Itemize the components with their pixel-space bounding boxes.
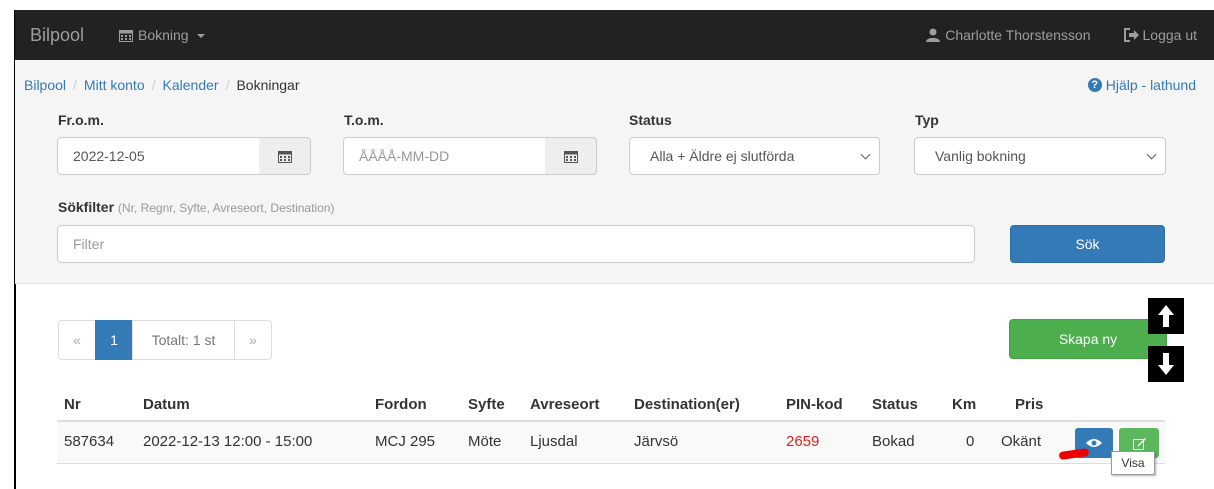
type-label: Typ	[915, 112, 939, 128]
breadcrumb-current: Bokningar	[236, 77, 300, 93]
column-header-status: Status	[872, 396, 918, 413]
cell-pin: 2659	[786, 433, 820, 450]
cell-km: 0	[966, 433, 975, 450]
chevron-down-icon	[1146, 149, 1157, 160]
column-header-avreseort: Avreseort	[530, 396, 600, 413]
scroll-down-button[interactable]	[1148, 346, 1184, 382]
arrow-down-icon	[1158, 353, 1174, 375]
from-calendar-button[interactable]	[259, 137, 311, 175]
user-name: Charlotte Thorstensson	[945, 27, 1091, 43]
from-date-input[interactable]: 2022-12-05	[57, 137, 260, 175]
status-select[interactable]: Alla + Äldre ej slutförda	[629, 137, 880, 175]
search-filter-hint: (Nr, Regnr, Syfte, Avreseort, Destinatio…	[117, 201, 335, 215]
search-button[interactable]: Sök	[1010, 225, 1165, 263]
breadcrumb-kalender[interactable]: Kalender	[163, 77, 219, 93]
cell-nr: 587634	[64, 433, 115, 450]
top-navbar: Bilpool Bokning Charlotte Thorstensson L…	[15, 10, 1214, 60]
pagination-total: Totalt: 1 st	[132, 320, 235, 360]
column-header-pris: Pris	[1015, 396, 1044, 413]
help-link[interactable]: ? Hjälp - lathund	[1087, 77, 1196, 93]
calendar-icon	[119, 29, 133, 42]
pagination-page-1[interactable]: 1	[95, 320, 133, 360]
scroll-up-button[interactable]	[1148, 298, 1184, 334]
column-header-km: Km	[952, 396, 977, 413]
pagination-next[interactable]: »	[234, 320, 272, 360]
user-icon	[926, 28, 941, 42]
search-filter-title: Sökfilter	[58, 199, 115, 215]
status-label: Status	[629, 112, 672, 128]
booking-menu-label: Bokning	[138, 27, 189, 43]
chevron-down-icon	[196, 34, 205, 38]
create-new-button[interactable]: Skapa ny	[1009, 319, 1167, 359]
status-select-value: Alla + Äldre ej slutförda	[650, 148, 795, 164]
cell-fordon: MCJ 295	[375, 433, 436, 450]
cell-status: Bokad	[872, 433, 915, 450]
brand-link[interactable]: Bilpool	[15, 25, 119, 46]
to-calendar-button[interactable]	[545, 137, 597, 175]
breadcrumb: Bilpool / Mitt konto / Kalender / Bokningar	[24, 77, 300, 93]
cell-avreseort: Ljusdal	[530, 433, 578, 450]
column-header-pin: PIN-kod	[786, 396, 843, 413]
calendar-icon	[563, 150, 578, 163]
cell-pris: Okänt	[1001, 433, 1042, 450]
type-select-value: Vanlig bokning	[935, 148, 1026, 164]
search-filter-label: Sökfilter (Nr, Regnr, Syfte, Avreseort, …	[58, 199, 334, 215]
column-header-destination: Destination(er)	[634, 396, 740, 413]
arrow-up-icon	[1158, 305, 1174, 327]
logout-link[interactable]: Logga ut	[1123, 27, 1198, 43]
view-tooltip: Visa	[1111, 451, 1155, 475]
chevron-down-icon	[860, 149, 871, 160]
type-select[interactable]: Vanlig bokning	[914, 137, 1166, 175]
booking-menu[interactable]: Bokning	[119, 27, 205, 43]
breadcrumb-mitt-konto[interactable]: Mitt konto	[84, 77, 145, 93]
to-label: T.o.m.	[344, 112, 384, 128]
search-input[interactable]: Filter	[57, 225, 975, 263]
question-icon: ?	[1087, 78, 1102, 92]
column-header-nr: Nr	[64, 396, 81, 413]
breadcrumb-bilpool[interactable]: Bilpool	[24, 77, 66, 93]
edit-icon	[1132, 437, 1146, 450]
pagination-prev[interactable]: «	[58, 320, 96, 360]
pagination: « 1 Totalt: 1 st »	[58, 320, 272, 360]
column-header-datum: Datum	[143, 396, 190, 413]
help-label: Hjälp - lathund	[1105, 77, 1196, 93]
logout-icon	[1123, 28, 1139, 42]
eye-icon	[1086, 439, 1102, 447]
column-header-syfte: Syfte	[468, 396, 505, 413]
column-header-fordon: Fordon	[375, 396, 427, 413]
cell-syfte: Möte	[468, 433, 502, 450]
user-menu[interactable]: Charlotte Thorstensson	[926, 27, 1091, 43]
from-label: Fr.o.m.	[58, 112, 104, 128]
cell-datum: 2022-12-13 12:00 - 15:00	[143, 433, 313, 450]
logout-label: Logga ut	[1142, 27, 1198, 43]
to-date-input[interactable]: ÅÅÅÅ-MM-DD	[343, 137, 546, 175]
cell-destination: Järvsö	[634, 433, 679, 450]
calendar-icon	[277, 150, 292, 163]
